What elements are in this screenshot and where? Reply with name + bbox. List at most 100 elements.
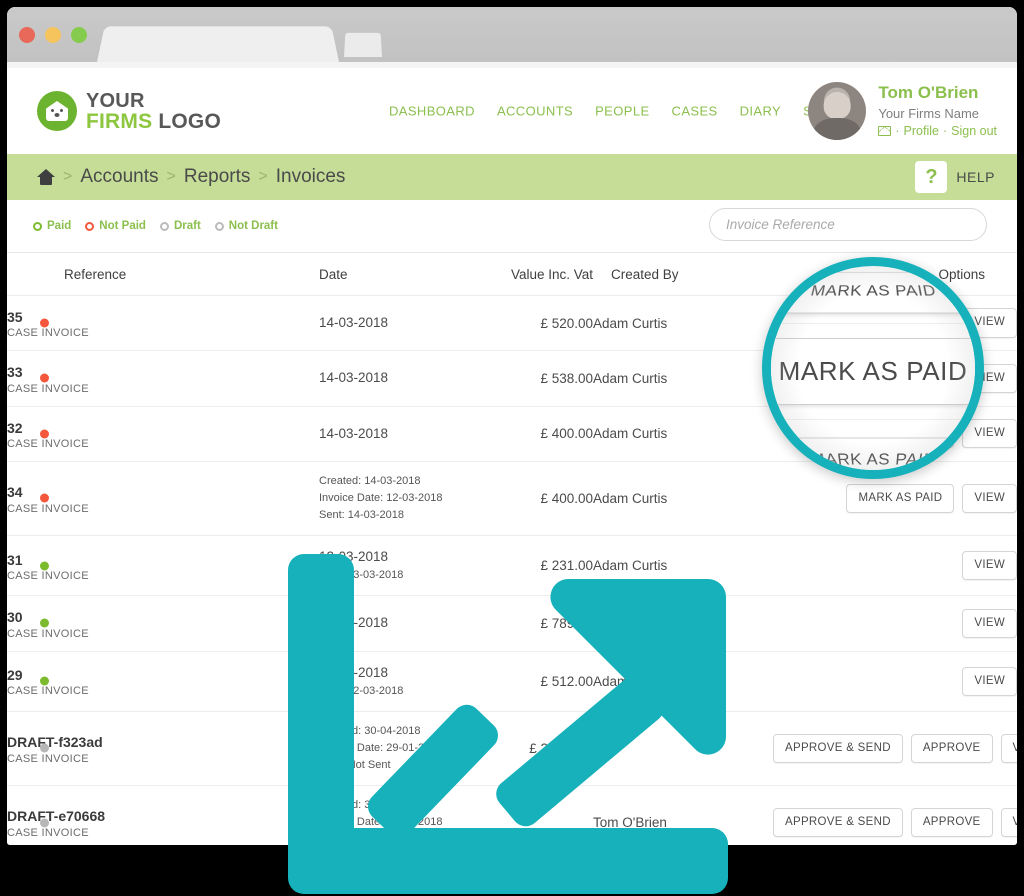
cell-options: VIEW [773, 595, 1017, 652]
nav-item-accounts[interactable]: ACCOUNTS [497, 104, 573, 119]
status-dot-red [40, 373, 49, 383]
invoice-reference: 34 [7, 484, 23, 501]
view-button[interactable]: VIEW [1000, 733, 1017, 764]
mark-as-paid-button-magnified[interactable]: MARK AS PAID [771, 338, 975, 405]
logo-line-2b: LOGO [158, 109, 222, 133]
cell-reference: 32 CASE INVOICE [7, 406, 319, 462]
approve-button[interactable]: APPROVE [910, 733, 993, 764]
date-detail: Invoice Date: 12-03-2018 [319, 491, 443, 504]
cell-options: APPROVE & SENDAPPROVE VIEW [773, 711, 1017, 787]
status-dot-green [40, 561, 49, 571]
date-detail: Sent: 14-03-2018 [319, 508, 405, 521]
paid-status-icon [33, 221, 42, 231]
magnified-row-center: MARK AS PAID [771, 324, 975, 420]
separator-dot-2: · [942, 123, 948, 138]
status-legend: Paid Not Paid Draft Not Draft [33, 220, 278, 232]
view-button[interactable]: VIEW [962, 550, 1017, 581]
invoice-reference: 35 [7, 309, 23, 325]
legend-label-paid: Paid [47, 220, 72, 232]
legend-item-not-draft[interactable]: Not Draft [214, 220, 278, 232]
traffic-lights [19, 27, 87, 43]
breadcrumb-item-reports[interactable]: Reports [184, 166, 251, 188]
brand-logo[interactable]: YOUR FIRMS LOGO [37, 91, 221, 132]
cell-reference: 35 CASE INVOICE [7, 295, 319, 352]
invoice-reference: 33 [7, 364, 23, 381]
logo-text: YOUR FIRMS LOGO [86, 91, 221, 132]
app-header: YOUR FIRMS LOGO DASHBOARD ACCOUNTS PEOPL… [7, 68, 1017, 154]
legend-label-not-draft: Not Draft [228, 220, 278, 232]
magnifier-lens: MARK AS PAID MARK AS PAID MARK AS PAID [762, 257, 984, 479]
date-detail: Created: 14-03-2018 [319, 474, 421, 487]
help-label: HELP [956, 169, 995, 185]
row-action-buttons: VIEW [962, 608, 1017, 639]
home-icon[interactable] [37, 169, 55, 185]
envelope-icon[interactable] [878, 126, 892, 137]
column-header-date[interactable]: Date [319, 252, 475, 296]
profile-link[interactable]: Profile [904, 123, 939, 140]
legend-item-not-paid[interactable]: Not Paid [85, 220, 146, 232]
filter-row: Paid Not Paid Draft Not Draft [7, 200, 1017, 252]
column-header-value[interactable]: Value Inc. Vat [475, 252, 593, 296]
status-dot-grey [40, 818, 49, 828]
view-button[interactable]: VIEW [962, 483, 1017, 514]
magnifier-content: MARK AS PAID MARK AS PAID MARK AS PAID [771, 266, 975, 470]
cell-reference: 33 CASE INVOICE [7, 350, 319, 407]
cell-created-by: Adam Curtis [593, 461, 773, 537]
mark-as-paid-button-magnified-top[interactable]: MARK AS PAID [779, 271, 967, 314]
growth-chart-arrow [288, 554, 728, 894]
nav-item-cases[interactable]: CASES [672, 104, 718, 119]
search-input[interactable] [709, 208, 987, 241]
minimize-window-button[interactable] [45, 27, 61, 43]
date-main: 14-03-2018 [319, 370, 389, 386]
new-tab-button[interactable] [344, 32, 382, 57]
avatar[interactable] [808, 82, 867, 140]
breadcrumb-separator-2: > [166, 168, 176, 185]
row-action-buttons: APPROVE & SENDAPPROVE VIEW [773, 733, 1017, 764]
breadcrumb-item-invoices[interactable]: Invoices [276, 166, 346, 188]
cell-date: Created: 14-03-2018 Invoice Date: 12-03-2… [319, 461, 475, 537]
cell-value: £ 538.00 [475, 350, 593, 407]
view-button[interactable]: VIEW [962, 608, 1017, 639]
nav-item-people[interactable]: PEOPLE [595, 104, 649, 119]
logo-line-1: YOUR [86, 89, 145, 112]
row-action-buttons: VIEW [962, 666, 1017, 697]
browser-tab[interactable] [97, 26, 339, 62]
invoice-type: CASE INVOICE [7, 437, 89, 450]
user-menu[interactable]: Tom O'Brien Your Firms Name · Profile · … [808, 82, 997, 140]
user-name: Tom O'Brien [878, 83, 979, 103]
breadcrumb-item-accounts[interactable]: Accounts [80, 166, 158, 188]
status-dot-green [40, 676, 49, 686]
mark-as-paid-button[interactable]: MARK AS PAID [846, 483, 955, 514]
view-button[interactable]: VIEW [1000, 807, 1017, 838]
signout-link[interactable]: Sign out [951, 123, 997, 140]
approve-button[interactable]: APPROVE [910, 807, 993, 838]
cell-options: APPROVE & SENDAPPROVE VIEW [773, 785, 1017, 845]
legend-item-paid[interactable]: Paid [33, 220, 71, 232]
breadcrumb-separator-3: > [258, 168, 268, 185]
cell-created-by: Adam Curtis [593, 295, 773, 352]
approve-send-button[interactable]: APPROVE & SEND [773, 733, 903, 764]
cell-reference: 34 CASE INVOICE [7, 461, 319, 537]
question-mark-icon[interactable]: ? [915, 161, 948, 193]
column-header-created-by[interactable]: Created By [593, 252, 773, 296]
close-window-button[interactable] [19, 27, 35, 43]
invoice-type: CASE INVOICE [7, 502, 89, 515]
breadcrumb-separator-1: > [63, 168, 73, 185]
maximize-window-button[interactable] [71, 27, 87, 43]
nav-item-diary[interactable]: DIARY [740, 104, 782, 119]
view-button[interactable]: VIEW [962, 666, 1017, 697]
cell-date: 14-03-2018 [319, 295, 475, 352]
nav-item-dashboard[interactable]: DASHBOARD [389, 104, 475, 119]
legend-label-not-paid: Not Paid [99, 220, 146, 232]
owl-logo-icon [37, 91, 77, 131]
cell-created-by: Adam Curtis [593, 350, 773, 407]
row-action-buttons: MARK AS PAIDVIEW [846, 483, 1017, 514]
help-control[interactable]: ? HELP [915, 161, 995, 193]
cell-value: £ 520.00 [475, 295, 593, 352]
column-header-reference[interactable]: Reference [7, 252, 319, 296]
approve-send-button[interactable]: APPROVE & SEND [773, 807, 903, 838]
legend-item-draft[interactable]: Draft [159, 220, 201, 232]
draft-status-icon [159, 221, 169, 231]
cell-value: £ 400.00 [475, 461, 593, 537]
invoice-type: CASE INVOICE [7, 382, 89, 395]
